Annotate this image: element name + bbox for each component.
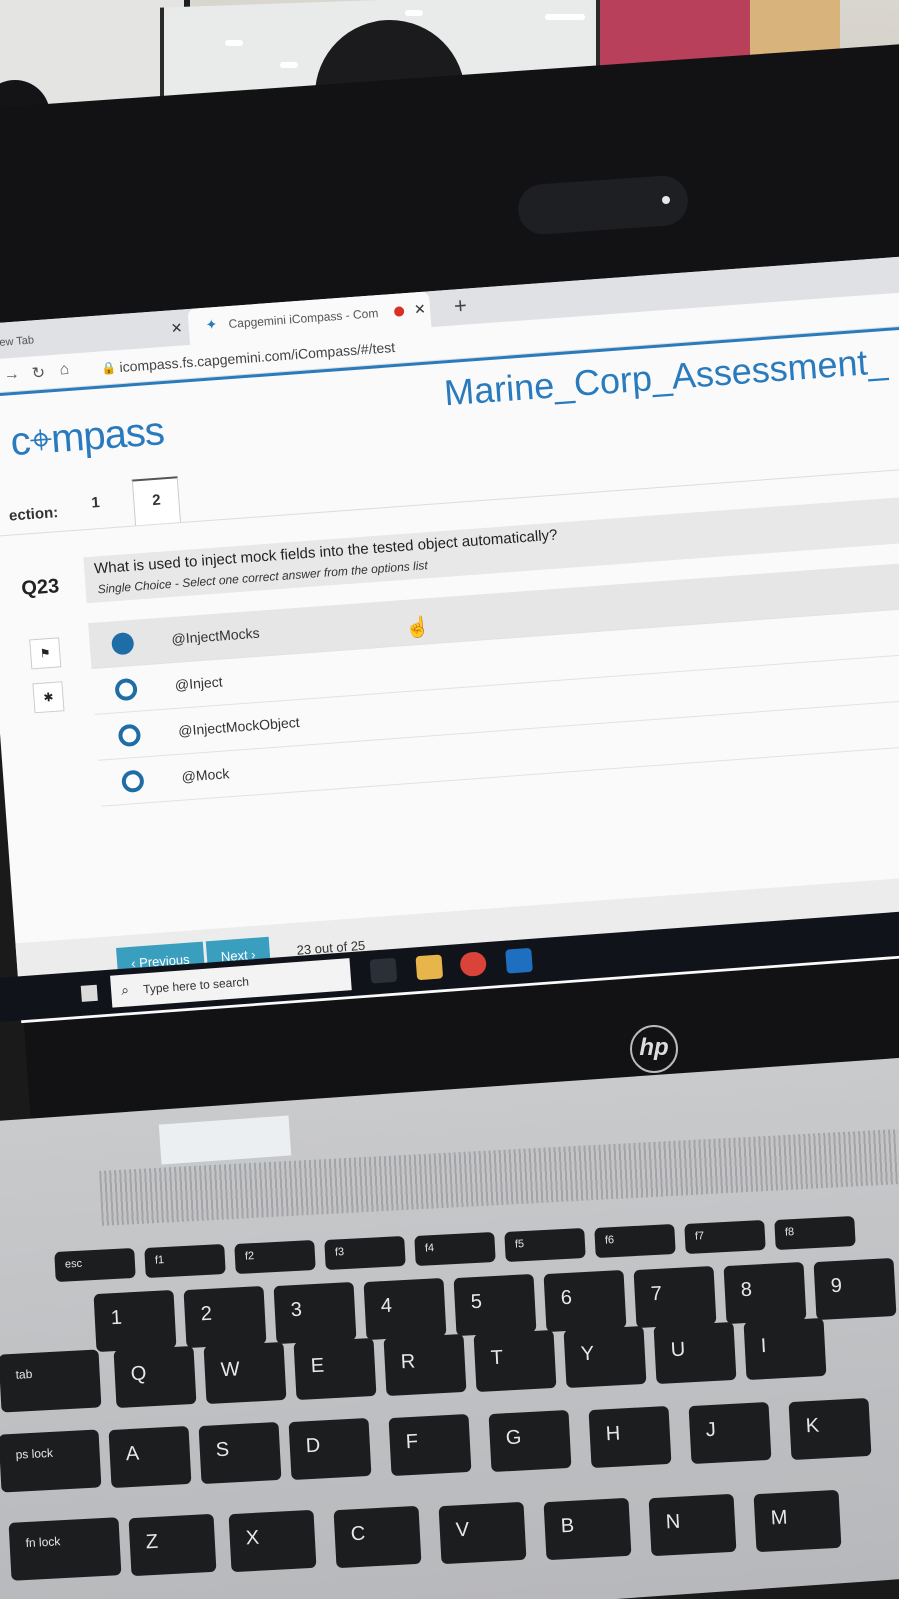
home-icon[interactable]: ⌂ <box>59 361 70 380</box>
flag-icon[interactable]: ⚑ <box>29 637 62 670</box>
key-h[interactable]: H <box>588 1405 672 1469</box>
key-u[interactable]: U <box>653 1321 737 1385</box>
radio-icon[interactable] <box>121 769 145 794</box>
radio-selected-icon[interactable] <box>110 631 135 656</box>
key-f1[interactable]: f1 <box>144 1243 226 1279</box>
key-f3[interactable]: f3 <box>324 1235 406 1271</box>
lock-icon: 🔒 <box>101 360 117 376</box>
key-n[interactable]: N <box>648 1493 737 1557</box>
back-arrow-icon[interactable]: → <box>3 366 20 385</box>
key-c[interactable]: C <box>333 1505 422 1569</box>
ceiling-light <box>545 14 585 20</box>
key-2[interactable]: 2 <box>183 1285 267 1349</box>
key-1[interactable]: 1 <box>93 1289 177 1353</box>
key-q[interactable]: Q <box>113 1345 197 1409</box>
windows-start-icon[interactable] <box>80 984 98 1002</box>
file-explorer-icon[interactable] <box>415 954 444 981</box>
key-8[interactable]: 8 <box>723 1261 807 1325</box>
bug-report-icon[interactable]: ✱ <box>32 681 65 714</box>
key-f2[interactable]: f2 <box>234 1239 316 1275</box>
question-number: Q23 <box>20 575 60 600</box>
key-f7[interactable]: f7 <box>684 1219 766 1255</box>
favicon-icon: ✦ <box>205 315 218 333</box>
key-esc[interactable]: esc <box>54 1247 136 1283</box>
option-label: @Inject <box>174 673 224 693</box>
icompass-logo: c⌖mpass <box>9 409 166 465</box>
key-3[interactable]: 3 <box>273 1281 357 1345</box>
key-v[interactable]: V <box>438 1501 527 1565</box>
ceiling-light <box>405 10 423 16</box>
option-label: @InjectMocks <box>170 624 261 648</box>
webcam-led <box>662 196 670 204</box>
tab-new-tab[interactable]: ew Tab <box>0 334 34 349</box>
radio-icon[interactable] <box>117 723 142 748</box>
key-k[interactable]: K <box>788 1397 872 1461</box>
section-label: ection: <box>8 504 59 525</box>
option-label: @Mock <box>181 765 230 785</box>
ceiling-light <box>280 62 298 68</box>
key-5[interactable]: 5 <box>453 1273 537 1337</box>
tab-section-1[interactable]: 1 <box>91 494 101 512</box>
task-view-icon[interactable] <box>369 957 398 984</box>
key-a[interactable]: A <box>108 1425 192 1489</box>
key-d[interactable]: D <box>288 1417 372 1481</box>
key-g[interactable]: G <box>488 1409 572 1473</box>
key-tab[interactable]: tab <box>0 1349 102 1413</box>
key-e[interactable]: E <box>293 1337 377 1401</box>
laptop-screen: ew Tab ✕ ✦ Capgemini iCompass - Com ✕ + … <box>0 254 899 1024</box>
tab-section-2[interactable]: 2 <box>131 476 182 526</box>
key-caps-lock[interactable]: ps lock <box>0 1429 102 1493</box>
key-w[interactable]: W <box>203 1341 287 1405</box>
hand-cursor-icon: ☝ <box>404 616 432 640</box>
key-x[interactable]: X <box>228 1509 317 1573</box>
key-4[interactable]: 4 <box>363 1277 447 1341</box>
key-j[interactable]: J <box>688 1401 772 1465</box>
close-icon[interactable]: ✕ <box>413 301 426 319</box>
outlook-icon[interactable] <box>505 947 533 974</box>
chrome-icon[interactable] <box>459 951 488 978</box>
key-y[interactable]: Y <box>563 1325 647 1389</box>
key-6[interactable]: 6 <box>543 1269 627 1333</box>
key-f8[interactable]: f8 <box>774 1215 856 1251</box>
key-z[interactable]: Z <box>128 1513 217 1577</box>
key-b[interactable]: B <box>543 1497 632 1561</box>
close-icon[interactable]: ✕ <box>170 319 183 337</box>
key-fn-lock[interactable]: fn lock <box>8 1517 122 1581</box>
ceiling-light <box>225 40 243 46</box>
radio-icon[interactable] <box>114 677 138 702</box>
key-s[interactable]: S <box>198 1421 282 1485</box>
option-label: @InjectMockObject <box>177 713 301 739</box>
key-t[interactable]: T <box>473 1329 557 1393</box>
key-f[interactable]: F <box>388 1413 472 1477</box>
key-f4[interactable]: f4 <box>414 1231 496 1267</box>
search-placeholder: Type here to search <box>142 974 250 997</box>
hp-logo: hp <box>630 1025 678 1073</box>
key-f6[interactable]: f6 <box>594 1223 676 1259</box>
reload-icon[interactable]: ↻ <box>31 363 46 384</box>
search-icon: ⌕ <box>120 981 130 998</box>
key-f5[interactable]: f5 <box>504 1227 586 1263</box>
key-9[interactable]: 9 <box>813 1257 897 1321</box>
key-m[interactable]: M <box>753 1489 842 1553</box>
key-r[interactable]: R <box>383 1333 467 1397</box>
key-i[interactable]: I <box>743 1317 827 1381</box>
new-tab-icon[interactable]: + <box>453 293 468 320</box>
key-7[interactable]: 7 <box>633 1265 717 1329</box>
